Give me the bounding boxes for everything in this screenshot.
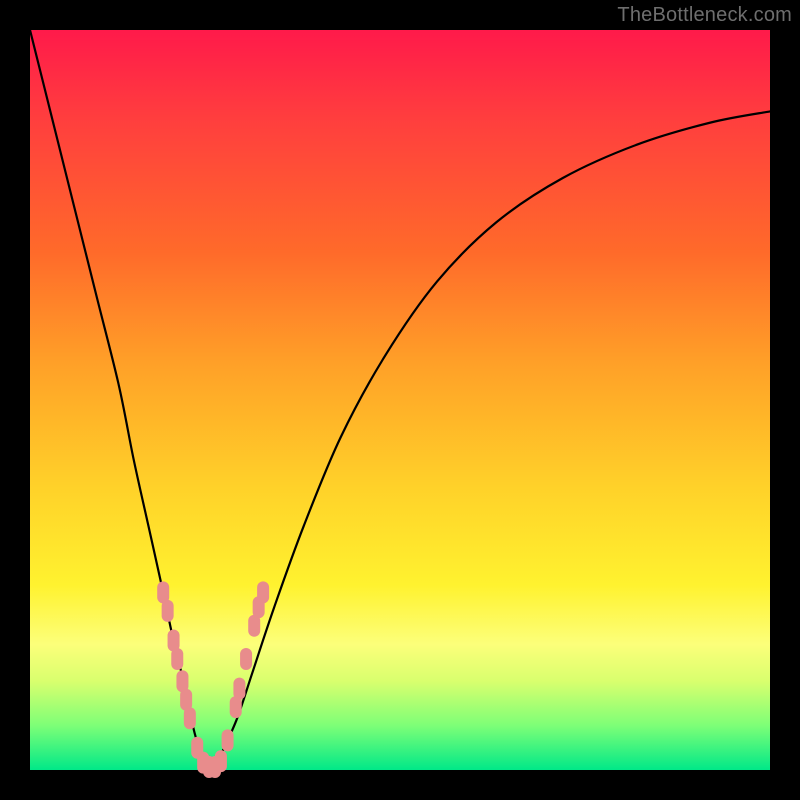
marker-point: [162, 600, 174, 622]
marker-point: [171, 648, 183, 670]
bottleneck-curve-path: [30, 30, 770, 768]
marker-point: [222, 729, 234, 751]
marker-point: [215, 750, 227, 772]
plot-area: [30, 30, 770, 770]
watermark-label: TheBottleneck.com: [617, 4, 792, 27]
chart-svg: [30, 30, 770, 770]
marker-group: [157, 581, 269, 778]
chart-frame: TheBottleneck.com: [0, 0, 800, 800]
marker-point: [257, 581, 269, 603]
marker-point: [240, 648, 252, 670]
marker-point: [184, 707, 196, 729]
marker-point: [233, 678, 245, 700]
